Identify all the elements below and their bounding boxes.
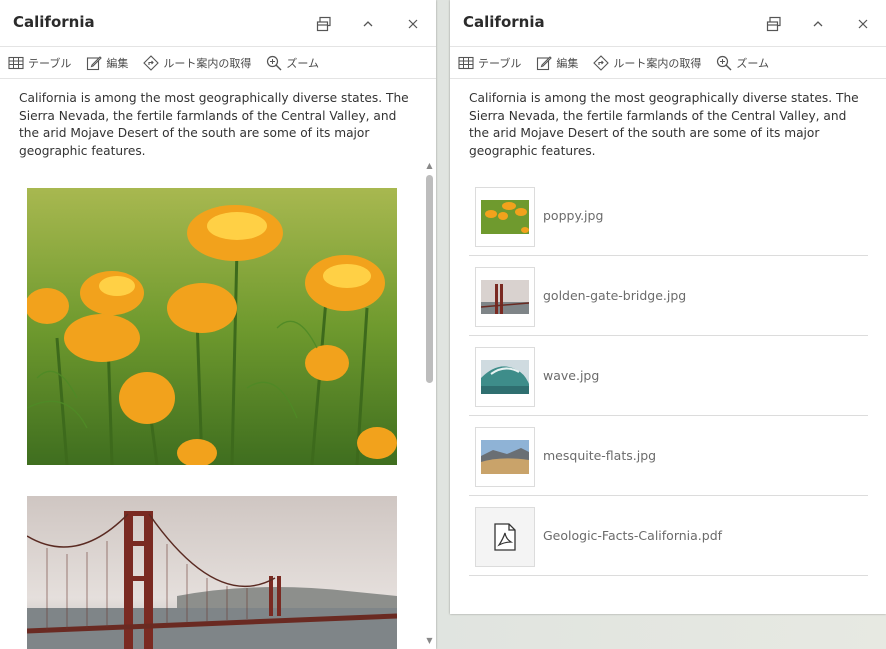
table-icon [458, 56, 474, 69]
attachment-item[interactable]: mesquite-flats.jpg [469, 416, 868, 496]
collapse-button[interactable] [808, 14, 828, 34]
chevron-up-icon [363, 21, 373, 27]
zoom-label: ズーム [736, 56, 770, 70]
popup-title: California [13, 13, 95, 31]
directions-icon [143, 54, 160, 71]
dock-button[interactable] [764, 14, 784, 34]
dock-button[interactable] [314, 14, 334, 34]
vertical-scrollbar[interactable]: ▲ ▼ [425, 159, 434, 645]
attachment-name: Geologic-Facts-California.pdf [543, 528, 723, 543]
zoom-button[interactable]: ズーム [716, 55, 769, 71]
popup-toolbar: テーブル 編集 ルート案内の取得 ズーム [450, 47, 886, 79]
dock-icon [316, 16, 331, 32]
popup-panel-media: California テーブル 編集 ルート案内の取得 ズーム Californ… [0, 0, 436, 649]
poppy-photo [27, 188, 397, 465]
zoom-in-icon [717, 55, 732, 70]
pdf-thumbnail [475, 507, 535, 567]
attachment-name: golden-gate-bridge.jpg [543, 288, 687, 303]
wave-thumbnail [475, 347, 535, 407]
table-button[interactable]: テーブル [8, 55, 71, 71]
close-button[interactable] [403, 14, 423, 34]
zoom-in-icon [267, 55, 282, 70]
collapse-button[interactable] [358, 14, 378, 34]
directions-button[interactable]: ルート案内の取得 [593, 54, 702, 71]
directions-button[interactable]: ルート案内の取得 [143, 54, 252, 71]
edit-button[interactable]: 編集 [86, 55, 128, 71]
table-button[interactable]: テーブル [458, 55, 521, 71]
close-icon [858, 19, 868, 29]
pdf-icon [494, 523, 516, 551]
feature-description: California is among the most geographica… [469, 91, 859, 158]
attachment-list: poppy.jpg golden-gate-bridge.jpg wave.jp… [450, 176, 886, 576]
attachment-item[interactable]: poppy.jpg [469, 176, 868, 256]
attachment-name: mesquite-flats.jpg [543, 448, 657, 463]
attachment-item[interactable]: Geologic-Facts-California.pdf [469, 496, 868, 576]
popup-header: California [0, 0, 436, 47]
popup-title: California [463, 13, 545, 31]
mesquite-flats-thumbnail [475, 427, 535, 487]
popup-header: California [450, 0, 886, 47]
table-label: テーブル [28, 56, 72, 70]
directions-icon [593, 54, 610, 71]
scroll-down-arrow-icon[interactable]: ▼ [425, 637, 434, 645]
edit-label: 編集 [556, 56, 579, 70]
zoom-button[interactable]: ズーム [266, 55, 319, 71]
close-button[interactable] [853, 14, 873, 34]
golden-gate-bridge-photo [27, 496, 397, 649]
table-icon [8, 56, 24, 69]
feature-description: California is among the most geographica… [19, 91, 409, 158]
chevron-up-icon [813, 21, 823, 27]
attachment-name: wave.jpg [543, 368, 600, 383]
attachment-item[interactable]: golden-gate-bridge.jpg [469, 256, 868, 336]
directions-label: ルート案内の取得 [163, 56, 252, 70]
table-label: テーブル [478, 56, 522, 70]
edit-button[interactable]: 編集 [536, 55, 578, 71]
poppy-thumbnail [475, 187, 535, 247]
zoom-label: ズーム [286, 56, 320, 70]
popup-toolbar: テーブル 編集 ルート案内の取得 ズーム [0, 47, 436, 79]
attachment-item[interactable]: wave.jpg [469, 336, 868, 416]
attachment-name: poppy.jpg [543, 208, 604, 223]
golden-gate-bridge-thumbnail [475, 267, 535, 327]
directions-label: ルート案内の取得 [613, 56, 702, 70]
pencil-icon [537, 55, 553, 70]
dock-icon [766, 16, 781, 32]
scroll-up-arrow-icon[interactable]: ▲ [425, 162, 434, 170]
close-icon [408, 19, 418, 29]
popup-panel-attachments: California テーブル 編集 ルート案内の取得 ズーム Californ… [450, 0, 886, 614]
pencil-icon [87, 55, 103, 70]
edit-label: 編集 [106, 56, 129, 70]
popup-content: California is among the most geographica… [450, 79, 886, 614]
scroll-thumb[interactable] [426, 175, 433, 383]
popup-content: California is among the most geographica… [0, 79, 436, 649]
